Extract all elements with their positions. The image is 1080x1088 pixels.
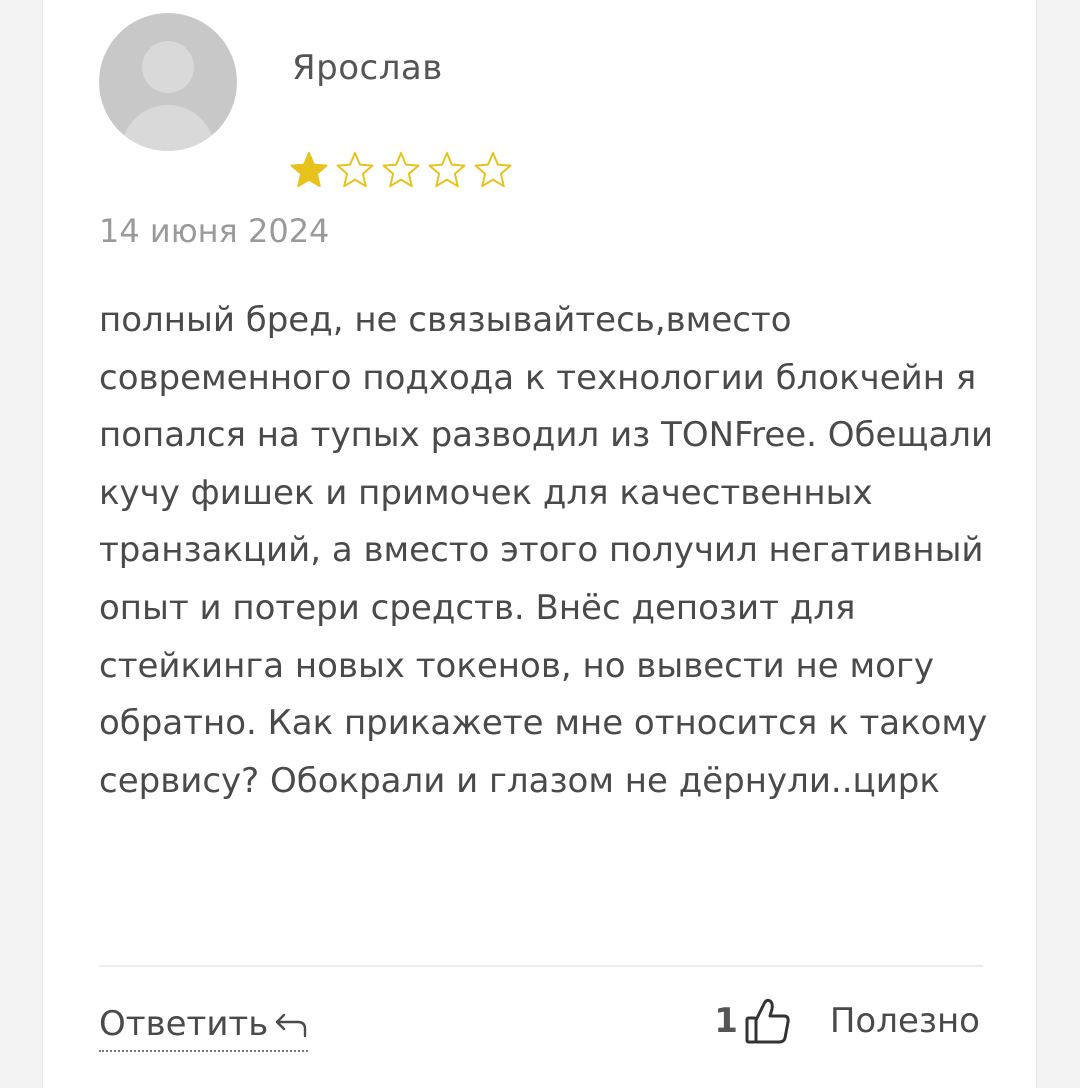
star-empty-icon (336, 152, 374, 188)
reply-label: Ответить (99, 1004, 269, 1044)
star-filled-icon (290, 152, 328, 188)
divider (99, 965, 983, 967)
rating-stars (289, 150, 513, 190)
avatar-head (142, 41, 194, 93)
author-name: Ярослав (292, 48, 443, 88)
star-empty-icon (474, 152, 512, 188)
reply-arrow-icon (276, 1013, 307, 1038)
avatar-shoulders (121, 105, 215, 151)
helpful-count: 1 (714, 1001, 738, 1041)
thumbs-up-icon[interactable] (744, 996, 792, 1046)
reply-button[interactable]: Ответить (99, 1004, 309, 1052)
star-empty-icon (428, 152, 466, 188)
review-card: Ярослав 14 июня 2024 полный бред, не свя… (42, 0, 1037, 1088)
review-date: 14 июня 2024 (99, 212, 330, 250)
user-avatar-icon (99, 13, 237, 151)
helpful-block: 1 Полезно (714, 996, 980, 1046)
helpful-button[interactable]: Полезно (830, 1001, 980, 1041)
review-text: полный бред, не связывайтесь,вместо совр… (99, 300, 994, 801)
star-empty-icon (382, 152, 420, 188)
